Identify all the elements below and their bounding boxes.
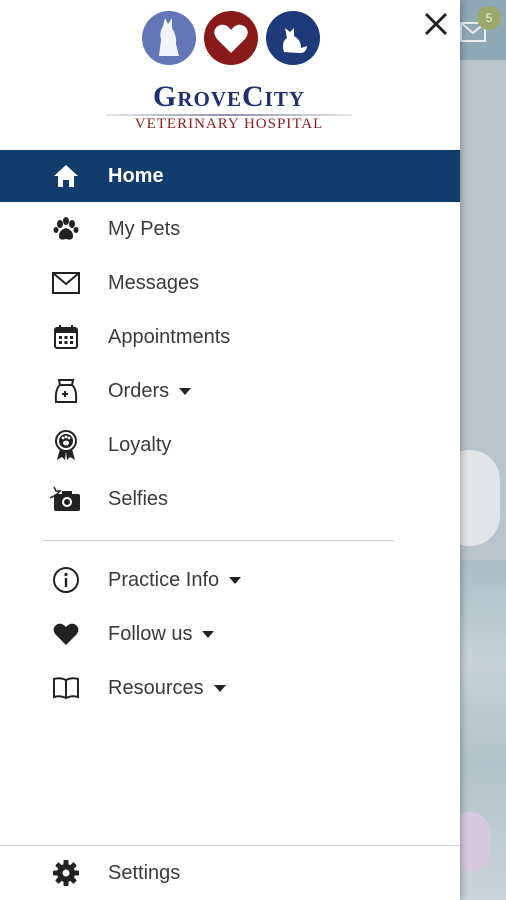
close-icon — [424, 12, 448, 36]
pet-food-bag-icon — [50, 375, 82, 407]
menu-label: Appointments — [108, 325, 231, 348]
menu-divider — [42, 540, 394, 541]
menu-label: Orders — [108, 380, 192, 403]
clinic-subtitle: VETERINARY HOSPITAL — [134, 116, 324, 132]
notification-badge: 5 — [477, 6, 501, 30]
paw-icon — [50, 213, 82, 245]
chevron-down-icon — [202, 630, 215, 638]
menu-label: Messages — [108, 271, 200, 294]
home-icon — [50, 160, 82, 192]
menu-label: Practice Info — [108, 569, 242, 592]
menu-item-my-pets[interactable]: My Pets — [0, 202, 460, 256]
menu-label: Resources — [108, 677, 226, 700]
menu-item-loyalty[interactable]: Loyalty — [0, 418, 460, 472]
close-button[interactable] — [418, 6, 454, 42]
menu-item-settings[interactable]: Settings — [0, 846, 460, 900]
heart-icon — [50, 618, 82, 650]
gear-icon — [50, 857, 82, 889]
mail-icon — [50, 267, 82, 299]
menu-item-orders[interactable]: Orders — [0, 364, 460, 418]
menu-item-resources[interactable]: Resources — [0, 661, 460, 715]
secondary-menu: Practice Info Follow us Resources — [0, 553, 460, 715]
menu-item-appointments[interactable]: Appointments — [0, 310, 460, 364]
menu-item-follow-us[interactable]: Follow us — [0, 607, 460, 661]
menu-label: Selfies — [108, 487, 169, 510]
book-icon — [50, 672, 82, 704]
main-menu: Home My Pets Messages Appointments Order — [0, 150, 460, 526]
navigation-drawer: GroveCity VETERINARY HOSPITAL Home My Pe… — [0, 0, 460, 900]
menu-label: My Pets — [108, 217, 181, 240]
camera-icon — [50, 483, 82, 515]
menu-label: Loyalty — [108, 433, 172, 456]
logo-pet-circles — [142, 11, 320, 65]
menu-item-practice-info[interactable]: Practice Info — [0, 553, 460, 607]
menu-item-selfies[interactable]: Selfies — [0, 472, 460, 526]
info-icon — [50, 564, 82, 596]
menu-label: Settings — [108, 861, 181, 884]
chevron-down-icon — [213, 684, 226, 692]
menu-label: Home — [108, 164, 164, 187]
calendar-icon — [50, 321, 82, 353]
menu-item-messages[interactable]: Messages — [0, 256, 460, 310]
clinic-logo: GroveCity VETERINARY HOSPITAL — [106, 10, 352, 138]
menu-label: Follow us — [108, 623, 215, 646]
chevron-down-icon — [179, 387, 192, 395]
ribbon-paw-icon — [50, 429, 82, 461]
chevron-down-icon — [229, 576, 242, 584]
clinic-name: GroveCity — [152, 80, 306, 113]
menu-item-home[interactable]: Home — [0, 150, 460, 202]
